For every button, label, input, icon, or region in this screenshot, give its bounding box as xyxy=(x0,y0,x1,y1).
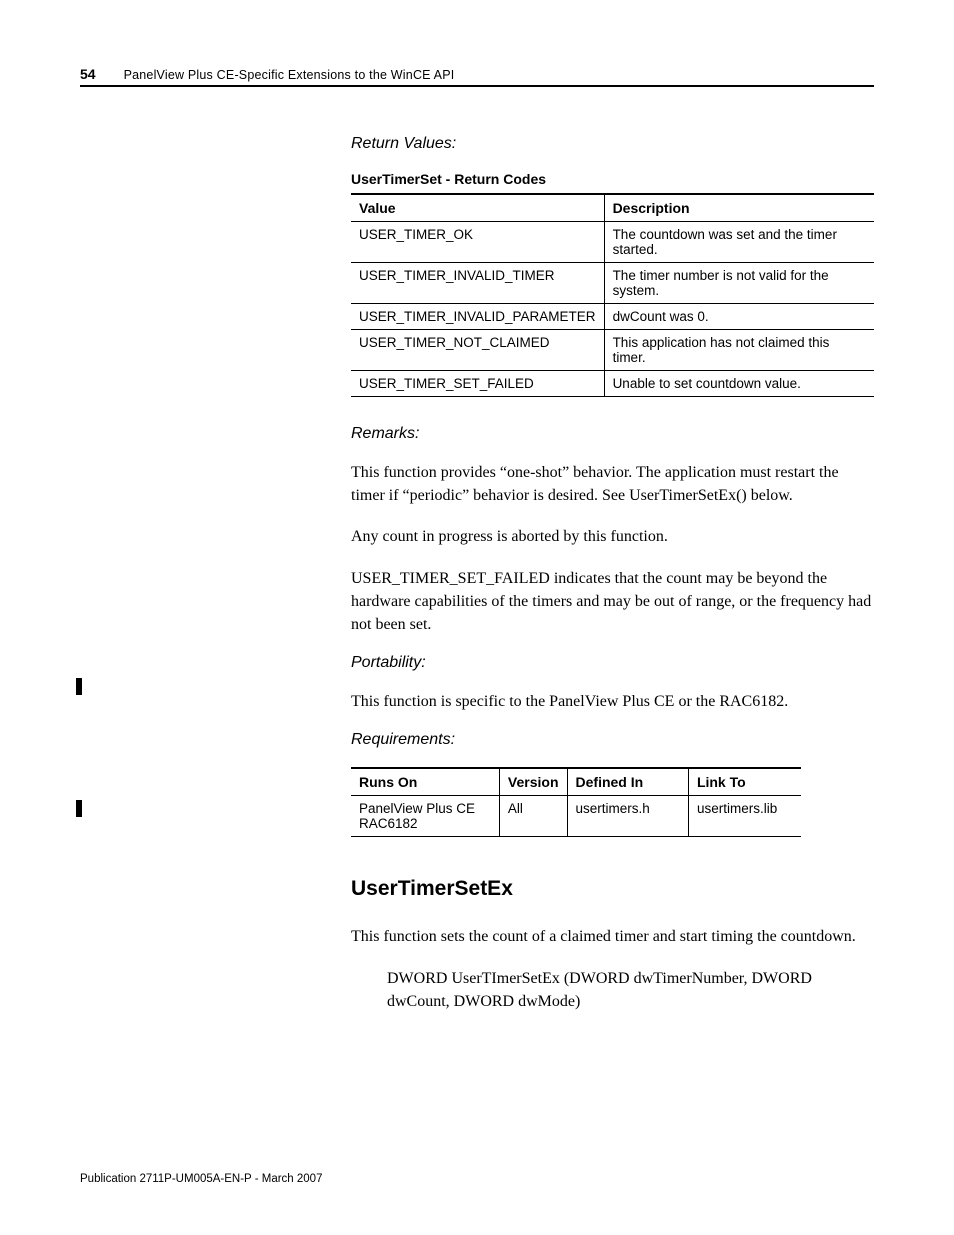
change-bar-icon xyxy=(76,800,82,817)
requirements-heading: Requirements: xyxy=(351,731,874,749)
table-header-row: Runs On Version Defined In Link To xyxy=(351,768,801,796)
table-header: Link To xyxy=(688,768,800,796)
remarks-heading: Remarks: xyxy=(351,425,874,443)
section-heading: UserTimerSetEx xyxy=(351,877,874,901)
table-header: Defined In xyxy=(567,768,688,796)
table-cell: USER_TIMER_OK xyxy=(351,222,604,263)
table-header: Version xyxy=(499,768,567,796)
table-cell: All xyxy=(499,796,567,837)
table-cell: USER_TIMER_NOT_CLAIMED xyxy=(351,330,604,371)
body-paragraph: This function sets the count of a claime… xyxy=(351,925,874,948)
change-bar-icon xyxy=(76,678,82,695)
table-row: PanelView Plus CE RAC6182 All usertimers… xyxy=(351,796,801,837)
main-content: Return Values: UserTimerSet - Return Cod… xyxy=(351,135,874,1031)
table-cell: The timer number is not valid for the sy… xyxy=(604,263,874,304)
return-values-heading: Return Values: xyxy=(351,135,874,153)
return-codes-table: Value Description USER_TIMER_OK The coun… xyxy=(351,193,874,397)
table-cell: PanelView Plus CE RAC6182 xyxy=(351,796,499,837)
table-cell: USER_TIMER_INVALID_PARAMETER xyxy=(351,304,604,330)
table-header: Value xyxy=(351,194,604,222)
return-codes-caption: UserTimerSet - Return Codes xyxy=(351,171,874,187)
table-header: Description xyxy=(604,194,874,222)
table-cell: USER_TIMER_INVALID_TIMER xyxy=(351,263,604,304)
table-row: USER_TIMER_INVALID_PARAMETER dwCount was… xyxy=(351,304,874,330)
table-row: USER_TIMER_INVALID_TIMER The timer numbe… xyxy=(351,263,874,304)
page-header: 54 PanelView Plus CE-Specific Extensions… xyxy=(80,66,874,87)
portability-heading: Portability: xyxy=(351,654,874,672)
table-row: USER_TIMER_SET_FAILED Unable to set coun… xyxy=(351,371,874,397)
table-cell: usertimers.lib xyxy=(688,796,800,837)
table-header: Runs On xyxy=(351,768,499,796)
table-cell: The countdown was set and the timer star… xyxy=(604,222,874,263)
body-paragraph: This function provides “one-shot” behavi… xyxy=(351,461,874,507)
function-signature: DWORD UserTImerSetEx (DWORD dwTimerNumbe… xyxy=(387,967,874,1013)
table-cell: Unable to set countdown value. xyxy=(604,371,874,397)
footer-publication: Publication 2711P-UM005A-EN-P - March 20… xyxy=(80,1173,322,1185)
table-row: USER_TIMER_OK The countdown was set and … xyxy=(351,222,874,263)
table-cell: usertimers.h xyxy=(567,796,688,837)
header-chapter-title: PanelView Plus CE-Specific Extensions to… xyxy=(124,68,455,82)
body-paragraph: USER_TIMER_SET_FAILED indicates that the… xyxy=(351,567,874,637)
table-header-row: Value Description xyxy=(351,194,874,222)
body-paragraph: Any count in progress is aborted by this… xyxy=(351,525,874,548)
requirements-table: Runs On Version Defined In Link To Panel… xyxy=(351,767,801,837)
table-cell: dwCount was 0. xyxy=(604,304,874,330)
table-row: USER_TIMER_NOT_CLAIMED This application … xyxy=(351,330,874,371)
table-cell: This application has not claimed this ti… xyxy=(604,330,874,371)
body-paragraph: This function is specific to the PanelVi… xyxy=(351,690,874,713)
table-cell: USER_TIMER_SET_FAILED xyxy=(351,371,604,397)
page-number: 54 xyxy=(80,66,96,82)
